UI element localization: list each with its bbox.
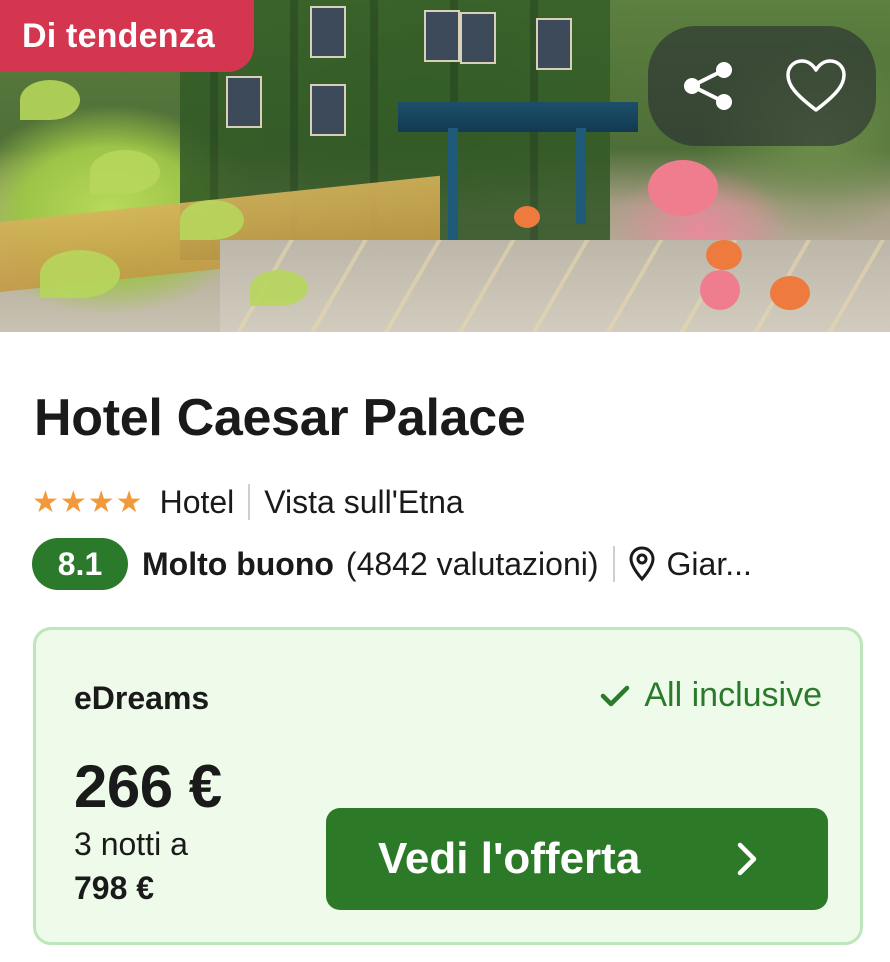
provider-name: eDreams: [74, 680, 210, 716]
trending-badge: Di tendenza: [0, 0, 254, 72]
star-rating: ★★★★: [32, 485, 144, 519]
offer-card[interactable]: eDreams All inclusive 266 € 3 notti a 79…: [33, 627, 863, 945]
window: [460, 12, 496, 64]
hotel-feature: Vista sull'Etna: [264, 483, 464, 520]
total-price: 798 €: [74, 870, 155, 906]
window: [310, 6, 346, 58]
canopy-pole: [576, 128, 586, 224]
nights-text: 3 notti a: [74, 826, 188, 862]
favorite-button[interactable]: [780, 50, 852, 122]
map-pin-icon: [629, 546, 655, 582]
leaf: [90, 150, 160, 194]
hotel-name[interactable]: Hotel Caesar Palace: [34, 388, 526, 448]
inclusive-tag: All inclusive: [600, 676, 822, 715]
hotel-meta: ★★★★ Hotel Vista sull'Etna: [32, 482, 464, 522]
location-label: Giar...: [666, 545, 752, 582]
rating-row[interactable]: 8.1 Molto buono (4842 valutazioni) Giar.…: [32, 538, 752, 590]
leaf: [250, 270, 308, 306]
canopy-pole: [448, 128, 458, 246]
window: [536, 18, 572, 70]
view-offer-button[interactable]: Vedi l'offerta: [326, 808, 828, 910]
rating-label: Molto buono: [142, 545, 334, 582]
divider: [248, 484, 251, 520]
nightly-price: 266 €: [74, 753, 222, 820]
review-count: (4842 valutazioni): [345, 545, 599, 582]
score-badge: 8.1: [32, 538, 128, 590]
window: [310, 84, 346, 136]
window: [226, 76, 262, 128]
flower: [700, 270, 740, 310]
entrance-canopy: [398, 102, 638, 132]
leaf: [180, 200, 244, 240]
chevron-right-icon: [737, 842, 757, 876]
leaf: [20, 80, 80, 120]
window: [424, 10, 460, 62]
hotel-type: Hotel: [159, 483, 235, 520]
flower: [706, 240, 742, 270]
share-icon: [684, 62, 732, 110]
heart-icon: [786, 59, 846, 112]
flower: [770, 276, 810, 310]
flower: [648, 160, 718, 216]
divider: [612, 546, 615, 582]
share-button[interactable]: [672, 50, 744, 122]
view-offer-label: Vedi l'offerta: [378, 834, 641, 883]
inclusive-label: All inclusive: [644, 676, 822, 714]
checkmark-icon: [601, 685, 630, 706]
leaf: [40, 250, 120, 298]
flower: [514, 206, 540, 228]
